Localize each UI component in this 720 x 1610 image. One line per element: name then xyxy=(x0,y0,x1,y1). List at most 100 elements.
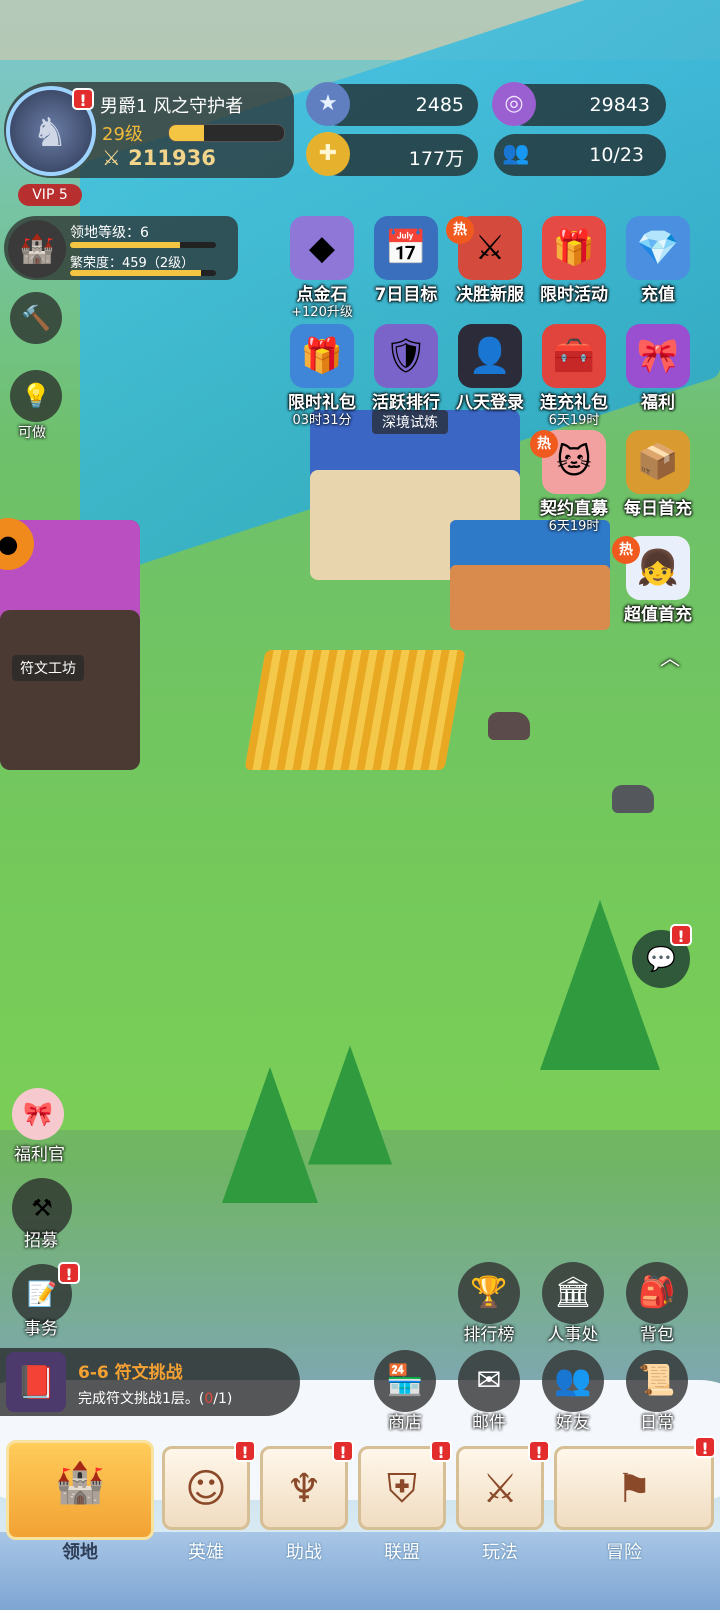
pink-girl-icon: 🎀 xyxy=(23,1100,53,1128)
event-sub: 03时31分 xyxy=(292,413,352,428)
territory-prosperity: 繁荣度：459（2级） xyxy=(70,256,195,271)
daily-button[interactable]: 📜 日常 xyxy=(622,1350,692,1433)
personnel-button[interactable]: 🏛 人事处 xyxy=(538,1262,608,1345)
tab-heroes-label: 英雄 xyxy=(188,1542,224,1563)
event-sub: +120升级 xyxy=(291,305,353,320)
event-consecutive-pack[interactable]: 🧰 连充礼包 6天19时 xyxy=(534,324,614,428)
leaderboard-button[interactable]: 🏆 排行榜 xyxy=(454,1262,524,1345)
shop-label: 商店 xyxy=(388,1413,422,1433)
event-activity-rank[interactable]: 🛡 活跃排行 xyxy=(366,324,446,413)
event-7day-goal[interactable]: 📅 7日目标 xyxy=(366,216,446,305)
scroll-icon: 📜 xyxy=(626,1350,688,1412)
rune-workshop-label[interactable]: 符文工坊 xyxy=(12,655,84,681)
swords-icon: ⚔ xyxy=(102,146,129,170)
tab-territory-label: 领地 xyxy=(62,1542,98,1563)
treasure-chest-icon: 🎁 xyxy=(542,216,606,280)
mail-button[interactable]: ✉ 邮件 xyxy=(454,1350,524,1433)
event-label: 八天登录 xyxy=(456,393,524,413)
wolf-monster[interactable] xyxy=(488,712,530,740)
welfare-officer-button[interactable]: 🎀 xyxy=(12,1088,64,1140)
calendar-icon: 📅 xyxy=(374,216,438,280)
population-value: 10/23 xyxy=(589,144,644,166)
player-level: 29级 xyxy=(102,124,143,145)
wolf-monster[interactable] xyxy=(612,785,654,813)
quest-progress: 0 xyxy=(204,1391,214,1407)
lightbulb-icon: 💡 xyxy=(21,382,51,410)
tab-gameplay-badge: ! xyxy=(528,1440,550,1462)
event-gold-stone[interactable]: ◆ 点金石 +120升级 xyxy=(282,216,362,320)
shop-icon: 🏪 xyxy=(374,1350,436,1412)
blue-roof-house[interactable] xyxy=(450,520,610,630)
event-label: 7日目标 xyxy=(374,285,438,305)
castle-icon: 🏰 xyxy=(55,1460,105,1506)
pine-tree xyxy=(540,900,660,1070)
shop-button[interactable]: 🏪 商店 xyxy=(370,1350,440,1433)
knight-avatar-icon: ♞ xyxy=(32,110,68,156)
combat-power: ⚔ 211936 xyxy=(102,146,216,170)
territory-level-bar xyxy=(70,242,216,248)
personnel-label: 人事处 xyxy=(547,1325,599,1345)
orange-blob-icon: ● xyxy=(0,530,19,558)
gold-stone-icon: ◆ xyxy=(290,216,354,280)
tab-adventure-badge: ! xyxy=(694,1436,716,1458)
hall-icon: 🏛 xyxy=(542,1262,604,1324)
prosperity-bar xyxy=(70,270,216,276)
gold-value: 177万 xyxy=(408,148,464,170)
event-daily-first-recharge[interactable]: 📦 每日首充 xyxy=(618,430,698,519)
rune-book-icon: 📕 xyxy=(6,1352,66,1412)
event-limited-pack[interactable]: 🎁 限时礼包 03时31分 xyxy=(282,324,362,428)
hammer-button[interactable]: 🔨 xyxy=(10,292,62,344)
purple-gift-icon: 🎀 xyxy=(626,324,690,388)
tab-territory[interactable]: 🏰 xyxy=(6,1440,154,1540)
level-progress-bar xyxy=(168,124,285,142)
rank-shield-icon: 🛡 xyxy=(374,324,438,388)
event-label: 充值 xyxy=(641,285,675,305)
hint-button[interactable]: 💡 xyxy=(10,370,62,422)
event-limited-activity[interactable]: 🎁 限时活动 xyxy=(534,216,614,305)
mail-label: 邮件 xyxy=(472,1413,506,1433)
affairs-alert-badge: ! xyxy=(58,1262,80,1284)
hero-face-icon: ☺ xyxy=(185,1466,227,1512)
event-label: 每日首充 xyxy=(624,499,692,519)
hero-portrait-icon: 👤 xyxy=(458,324,522,388)
level-progress-fill xyxy=(169,125,204,141)
friends-button[interactable]: 👥 好友 xyxy=(538,1350,608,1433)
tab-heroes-badge: ! xyxy=(234,1440,256,1462)
backpack-button[interactable]: 🎒 背包 xyxy=(622,1262,692,1345)
flag-icon: ⚑ xyxy=(616,1466,652,1512)
territory-level-fill xyxy=(70,242,180,248)
quest-title: 6-6 符文挑战 xyxy=(78,1363,183,1383)
castle-icon: 🏰 xyxy=(8,220,66,278)
player-title-name: 男爵1 风之守护者 xyxy=(100,96,244,117)
chat-bubble-icon: 💬 xyxy=(646,945,676,973)
event-recharge[interactable]: 💎 充值 xyxy=(618,216,698,305)
territory-level: 领地等级：6 xyxy=(70,225,149,241)
backpack-icon: 🎒 xyxy=(626,1262,688,1324)
hint-label: 可做 xyxy=(18,425,46,441)
people-icon: 👥 xyxy=(502,141,530,166)
event-8day-login[interactable]: 👤 八天登录 xyxy=(450,324,530,413)
tab-alliance-badge: ! xyxy=(430,1440,452,1462)
wheat-field[interactable] xyxy=(244,650,466,770)
banner-shield-icon: ⛨ xyxy=(387,1466,417,1512)
crystals-value: 29843 xyxy=(589,94,650,116)
hammer-icon: 🔨 xyxy=(21,304,51,332)
golden-chest-icon: 📦 xyxy=(626,430,690,494)
tab-gameplay-label: 玩法 xyxy=(482,1542,518,1563)
event-label: 超值首充 xyxy=(624,605,692,625)
sword-gate-icon: ⚔ xyxy=(482,1466,518,1512)
event-welfare[interactable]: 🎀 福利 xyxy=(618,324,698,413)
quest-desc-suffix: /1) xyxy=(213,1391,233,1407)
trial-label[interactable]: 深境试炼 xyxy=(372,410,448,434)
recruit-label: 招募 xyxy=(24,1231,58,1251)
quest-desc-text: 完成符文挑战1层。( xyxy=(78,1391,205,1407)
collapse-chevron-icon[interactable]: ︿ xyxy=(660,642,680,671)
event-label: 福利 xyxy=(641,393,675,413)
event-label: 决胜新服 xyxy=(456,285,524,305)
gold-coin-icon: ✚ xyxy=(306,132,350,176)
daily-label: 日常 xyxy=(640,1413,674,1433)
chat-alert-badge: ! xyxy=(670,924,692,946)
vip-badge[interactable]: VIP 5 xyxy=(18,184,82,206)
trophy-icon: 🏆 xyxy=(458,1262,520,1324)
tab-adventure[interactable]: ⚑ xyxy=(554,1446,714,1530)
